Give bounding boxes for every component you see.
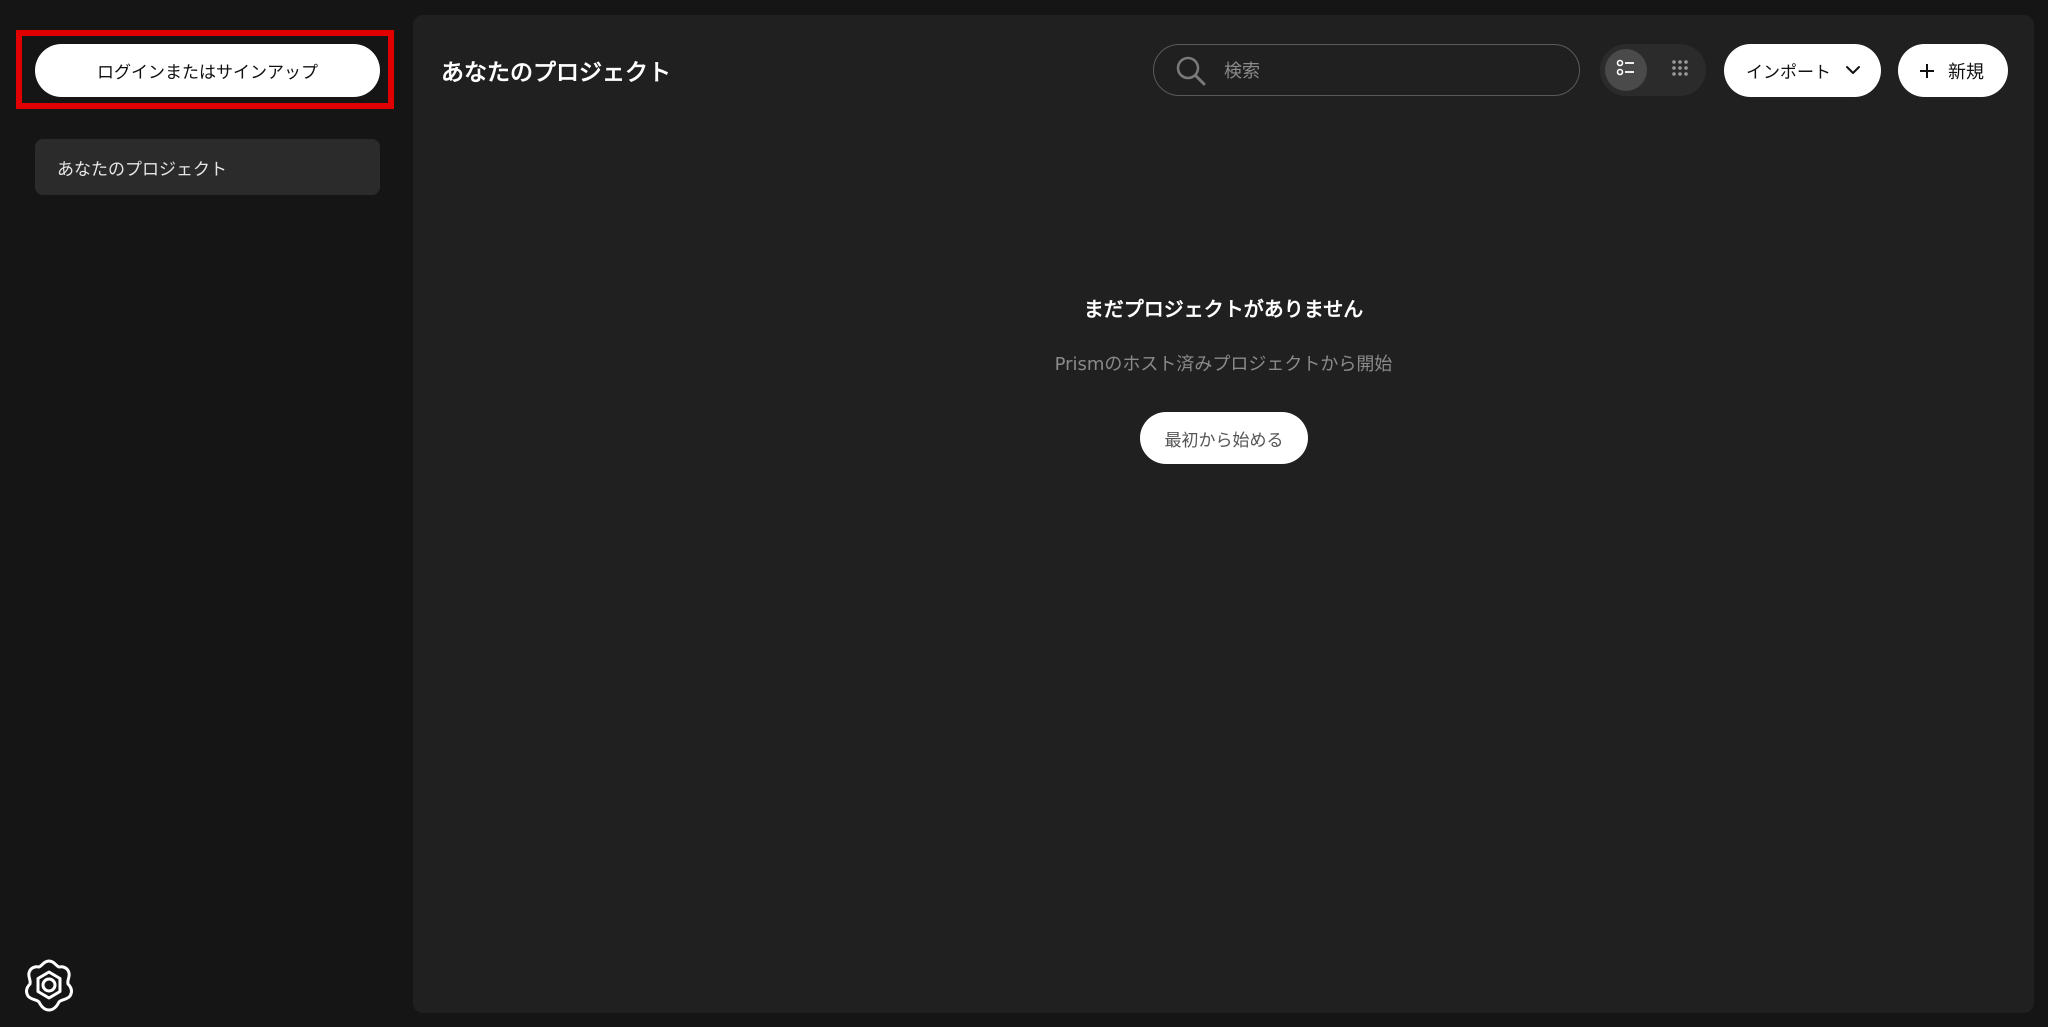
chevron-down-icon <box>1845 62 1861 78</box>
import-label: インポート <box>1746 63 1831 83</box>
sidebar-item-your-projects[interactable]: あなたのプロジェクト <box>35 139 380 195</box>
new-project-button[interactable]: 新規 <box>1898 44 2008 97</box>
main-panel: あなたのプロジェクト 検索 インポート 新規 まだプロジェクトがありません Pr… <box>413 15 2034 1013</box>
search-input[interactable] <box>1222 54 1556 88</box>
list-view-icon <box>1616 58 1636 82</box>
login-signup-label: ログインまたはサインアップ <box>97 63 318 83</box>
start-from-scratch-button[interactable]: 最初から始める <box>1140 412 1308 464</box>
import-button[interactable]: インポート <box>1724 44 1881 97</box>
sidebar-item-label: あなたのプロジェクト <box>57 159 227 180</box>
flower-settings-icon[interactable] <box>19 955 79 1015</box>
page-title: あなたのプロジェクト <box>441 60 671 86</box>
list-view-button[interactable] <box>1605 49 1647 91</box>
start-label: 最初から始める <box>1164 430 1284 451</box>
new-label: 新規 <box>1948 61 1984 83</box>
search-box[interactable] <box>1153 44 1580 96</box>
empty-state-title: まだプロジェクトがありません <box>1083 297 1364 321</box>
plus-icon <box>1918 62 1936 80</box>
app-window: ログインまたはサインアップ あなたのプロジェクト あなたのプロジェクト 検索 イ… <box>0 0 2048 1027</box>
sidebar: ログインまたはサインアップ あなたのプロジェクト <box>0 0 412 1027</box>
empty-state-subtitle: Prismのホスト済みプロジェクトから開始 <box>1054 354 1393 375</box>
view-mode-toggle <box>1600 44 1706 96</box>
grid-view-button[interactable] <box>1659 49 1701 91</box>
search-icon <box>1176 56 1206 86</box>
login-signup-button[interactable]: ログインまたはサインアップ <box>35 44 380 97</box>
grid-view-icon <box>1670 58 1690 82</box>
